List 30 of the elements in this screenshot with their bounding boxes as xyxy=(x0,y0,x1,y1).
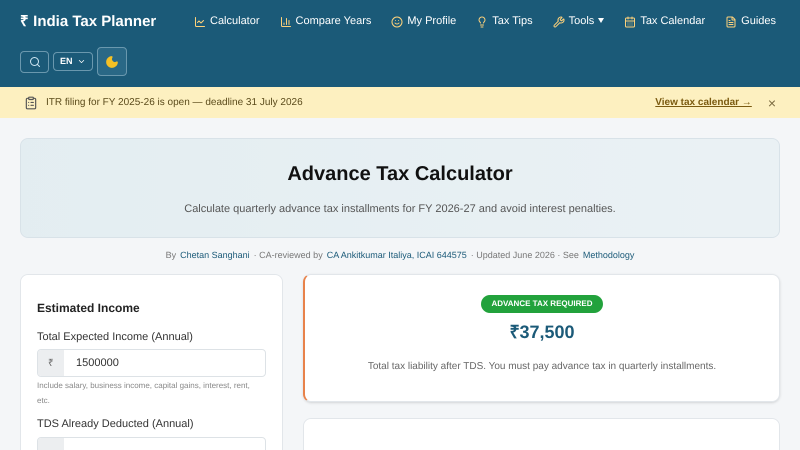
author-link[interactable]: CA Ankitkumar Italiya, ICAI 644575 xyxy=(326,249,467,262)
tax-amount: ₹37,500 xyxy=(509,320,575,344)
page-title: Advance Tax Calculator xyxy=(287,162,513,187)
field-help: Include salary, business income, capital gains, interest, rent, etc. xyxy=(37,380,251,407)
nav-link[interactable]: Tools xyxy=(552,16,604,28)
amount-field[interactable]: ₹ 1500000 xyxy=(37,349,266,377)
byline-text: By xyxy=(166,249,176,262)
byline-text: · Updated June 2026 · See xyxy=(470,249,579,262)
field-label: TDS Already Deducted (Annual) xyxy=(37,417,195,432)
calendar-link[interactable]: View tax calendar → xyxy=(655,95,752,110)
banner-text: ITR filing for FY 2025-26 is open — deadline 31 July 2026 xyxy=(46,96,304,110)
nav-link[interactable]: Compare Years xyxy=(280,16,372,28)
field-value: 1500000 xyxy=(75,356,120,371)
section-title: Estimated Income xyxy=(37,300,141,316)
nav-link[interactable]: Calculator xyxy=(194,16,260,28)
byline-text: · CA-reviewed by xyxy=(254,249,323,262)
result-note: Total tax liability after TDS. You must pay advance tax in quarterly installments. xyxy=(368,360,716,374)
rupee-prefix: ₹ xyxy=(38,350,64,376)
author-link[interactable]: Chetan Sanghani xyxy=(180,249,250,262)
nav-link[interactable]: Tax Tips xyxy=(476,16,533,28)
close-button[interactable]: × xyxy=(768,96,776,110)
nav-link[interactable]: Guides xyxy=(725,16,776,28)
author-link[interactable]: Methodology xyxy=(582,249,634,262)
logo[interactable]: ₹ India Tax Planner xyxy=(20,14,156,29)
status-badge: ADVANCE TAX REQUIRED xyxy=(481,294,603,312)
field-label: Total Expected Income (Annual) xyxy=(37,330,194,344)
nav-link[interactable]: Tax Calendar xyxy=(624,16,706,28)
page-subtitle: Calculate quarterly advance tax installments for FY 2026-27 and avoid interest penalties. xyxy=(184,202,616,217)
language-select[interactable]: EN xyxy=(53,52,93,71)
nav-link[interactable]: My Profile xyxy=(391,16,456,28)
